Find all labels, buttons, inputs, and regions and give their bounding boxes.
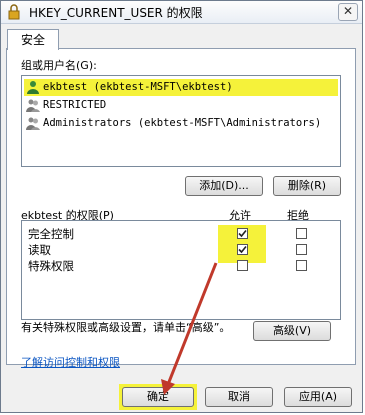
tab-security[interactable]: 安全 xyxy=(7,29,59,50)
permissions-dialog: HKEY_CURRENT_USER 的权限 ✕ 安全 组或用户名(G): ekb… xyxy=(0,0,363,413)
annotation-arrow xyxy=(161,262,218,395)
